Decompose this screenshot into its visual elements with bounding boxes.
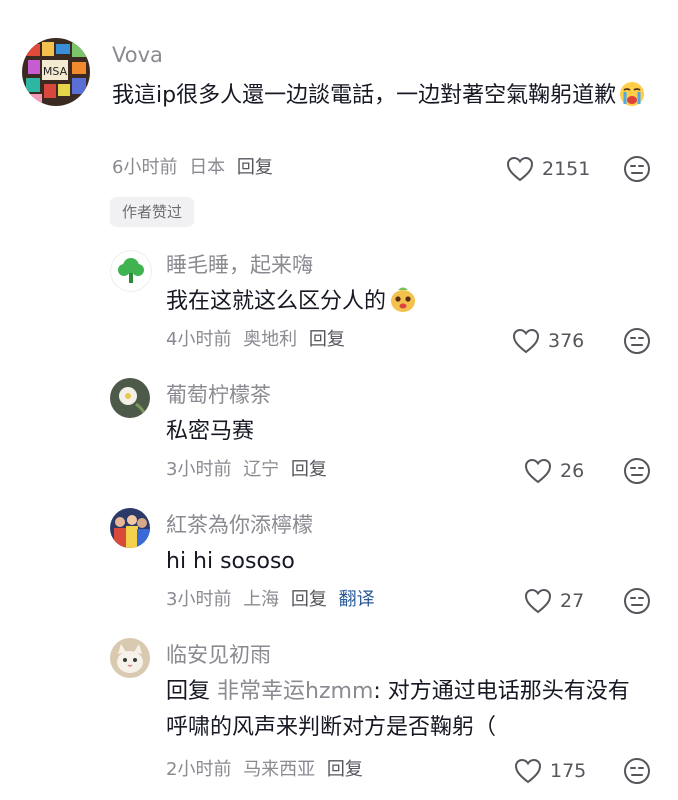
heart-outline-icon — [524, 458, 552, 484]
cat-avatar-icon — [110, 638, 150, 678]
translate-button[interactable]: 翻译 — [339, 589, 375, 610]
reply-prefix: 回复 — [166, 679, 211, 704]
comment-vova: MSA Vova 我這ip很多人還一边談電話，一边對著空氣鞠躬道歉 6小时前 日… — [0, 0, 678, 240]
reply-target-user[interactable]: 非常幸运hzmm — [217, 679, 373, 704]
comment-meta: 3小时前 辽宁 回复 — [166, 458, 333, 482]
comment-reply: 葡萄柠檬茶 私密马赛 3小时前 辽宁 回复 26 — [0, 370, 678, 500]
like-button[interactable]: 376 — [512, 328, 584, 354]
author-liked-badge: 作者赞过 — [110, 197, 195, 227]
comment-location: 奥地利 — [243, 329, 298, 350]
comment-body: 私密马赛 — [166, 419, 255, 444]
dislike-button[interactable] — [623, 457, 651, 489]
like-count: 2151 — [542, 158, 591, 180]
reply-button[interactable]: 回复 — [237, 157, 273, 178]
like-button[interactable]: 175 — [514, 758, 586, 784]
like-count: 27 — [560, 590, 585, 612]
comment-time: 2小时前 — [166, 759, 232, 780]
avatar[interactable] — [110, 638, 150, 678]
neutral-face-icon — [624, 458, 650, 484]
neutral-face-icon — [624, 328, 650, 354]
dislike-button[interactable] — [623, 757, 651, 789]
comment-location: 辽宁 — [243, 459, 280, 480]
comment-reply: 紅茶為你添檸檬 hi hi sososo 3小时前 上海 回复 翻译 27 — [0, 500, 678, 630]
comment-reply: 临安见初雨 回复 非常幸运hzmm: 对方通过电话那头有没有呼啸的风声来判断对方… — [0, 630, 678, 800]
comment-meta: 6小时前 日本 回复 — [112, 156, 279, 180]
heart-outline-icon — [514, 758, 542, 784]
dislike-button[interactable] — [623, 327, 651, 359]
comment-time: 3小时前 — [166, 589, 232, 610]
dislike-button[interactable] — [623, 587, 651, 619]
avatar[interactable] — [110, 378, 150, 418]
comment-reply: 睡毛睡，起来嗨 我在这就这么区分人的 4小时前 奥地利 回复 376 — [0, 240, 678, 370]
dislike-button[interactable] — [623, 155, 651, 187]
like-button[interactable]: 26 — [524, 458, 584, 484]
comment-location: 马来西亚 — [243, 759, 316, 780]
comment-time: 6小时前 — [112, 157, 178, 178]
comment-location: 上海 — [243, 589, 280, 610]
crying-face-emoji-icon — [618, 80, 646, 120]
avatar[interactable]: MSA — [22, 38, 90, 106]
colorful-collage-avatar-icon: MSA — [22, 38, 90, 106]
commenter-name[interactable]: 紅茶為你添檸檬 — [166, 512, 313, 538]
avatar[interactable] — [110, 250, 152, 292]
reply-button[interactable]: 回复 — [291, 589, 327, 610]
comment-body: hi hi sososo — [166, 549, 295, 574]
commenter-name[interactable]: Vova — [112, 42, 163, 68]
commenter-name[interactable]: 睡毛睡，起来嗨 — [166, 252, 313, 278]
reply-button[interactable]: 回复 — [327, 759, 363, 780]
flower-avatar-icon — [110, 378, 150, 418]
like-count: 175 — [550, 760, 587, 782]
comment-time: 3小时前 — [166, 459, 232, 480]
heart-outline-icon — [512, 328, 540, 354]
comment-text: 私密马赛 — [166, 414, 678, 450]
comment-text: 我在这就这么区分人的 — [166, 284, 678, 326]
neutral-face-icon — [624, 588, 650, 614]
comment-meta: 4小时前 奥地利 回复 — [166, 328, 351, 352]
commenter-name[interactable]: 葡萄柠檬茶 — [166, 382, 271, 408]
comment-body: 我在这就这么区分人的 — [166, 289, 387, 314]
comment-text: hi hi sososo — [166, 544, 678, 580]
like-button[interactable]: 27 — [524, 588, 584, 614]
green-tree-avatar-icon — [118, 258, 144, 283]
dog-face-emoji-icon — [388, 284, 418, 326]
crowd-avatar-icon — [110, 508, 150, 548]
neutral-face-icon — [624, 156, 650, 182]
heart-outline-icon — [524, 588, 552, 614]
reply-button[interactable]: 回复 — [291, 459, 327, 480]
like-count: 376 — [548, 330, 585, 352]
comment-text: 回复 非常幸运hzmm: 对方通过电话那头有没有呼啸的风声来判断对方是否鞠躬（ — [166, 674, 646, 746]
heart-outline-icon — [506, 156, 534, 182]
avatar[interactable] — [110, 508, 150, 548]
like-count: 26 — [560, 460, 585, 482]
comment-meta: 3小时前 上海 回复 翻译 — [166, 588, 381, 612]
commenter-name[interactable]: 临安见初雨 — [166, 642, 271, 668]
comment-location: 日本 — [189, 157, 226, 178]
comment-time: 4小时前 — [166, 329, 232, 350]
comment-text: 我這ip很多人還一边談電話，一边對著空氣鞠躬道歉 — [112, 78, 652, 120]
reply-button[interactable]: 回复 — [309, 329, 345, 350]
svg-text:MSA: MSA — [43, 65, 68, 78]
like-button[interactable]: 2151 — [506, 156, 590, 182]
comment-meta: 2小时前 马来西亚 回复 — [166, 758, 369, 782]
neutral-face-icon — [624, 758, 650, 784]
comment-body: 我這ip很多人還一边談電話，一边對著空氣鞠躬道歉 — [112, 83, 617, 108]
